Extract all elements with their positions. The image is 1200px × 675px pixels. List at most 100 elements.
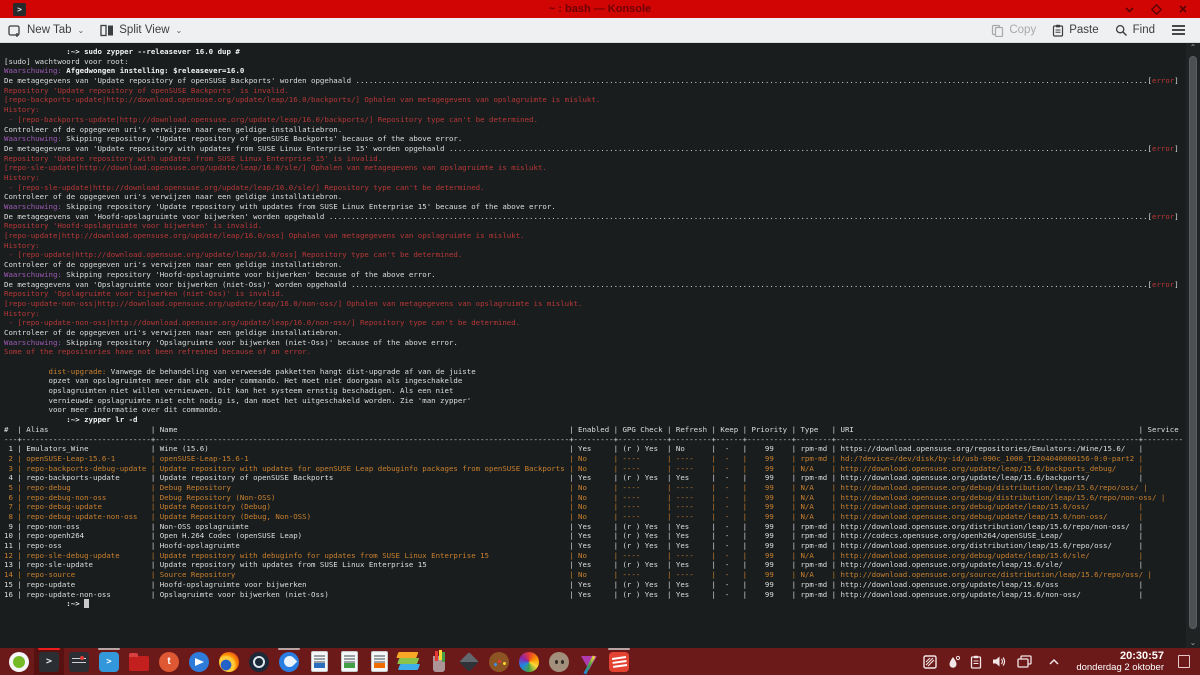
repo-table-row: 1 | Emulators_Wine | Wine (15.6) | Yes |…	[4, 444, 1186, 454]
terminal-line: Waarschuwing: Skipping repository 'Hoofd…	[4, 270, 1186, 280]
maximize-icon[interactable]	[1151, 4, 1162, 15]
task-discover[interactable]: >	[94, 648, 124, 675]
hamburger-icon	[1171, 24, 1186, 36]
task-file-manager[interactable]	[124, 648, 154, 675]
window-title: ~ : bash — Konsole	[0, 3, 1200, 15]
task-art-supplies[interactable]	[424, 648, 454, 675]
task-colorwheel-app-icon	[519, 652, 539, 672]
hamburger-menu-button[interactable]	[1163, 24, 1194, 36]
task-palette-app-icon	[489, 652, 509, 672]
split-view-chevron-icon[interactable]: ⌄	[176, 26, 183, 35]
task-konsole[interactable]: >	[34, 648, 64, 675]
task-steam[interactable]	[244, 648, 274, 675]
task-diamond-app-icon	[459, 652, 479, 672]
terminal-line: opslagruimten niet willen vernieuwen. Di…	[4, 386, 1186, 396]
terminal-line: Waarschuwing: Skipping repository 'Opsla…	[4, 338, 1186, 348]
task-gimp[interactable]	[544, 648, 574, 675]
split-view-label: Split View	[119, 24, 169, 36]
scrollbar-track[interactable]	[1189, 54, 1197, 637]
terminal-line: - [repo-sle-update|http://download.opens…	[4, 183, 1186, 193]
scrollbar-up-icon[interactable]: ⌃	[1190, 43, 1197, 53]
tray-clipboard-icon[interactable]	[970, 655, 982, 669]
tray-expand-chevron-icon[interactable]	[1048, 658, 1060, 666]
terminal-line: vernieuwde opslagruimte niet echt nodig …	[4, 396, 1186, 406]
scrollbar-handle[interactable]	[1189, 56, 1197, 629]
task-diamond-app[interactable]	[454, 648, 484, 675]
terminal-line: De metagegevens van 'Update repository o…	[4, 76, 1186, 86]
repo-table-row: 3 | repo-backports-debug-update | Update…	[4, 464, 1186, 474]
task-libreoffice-calc[interactable]	[334, 648, 364, 675]
task-falkon-icon	[189, 652, 209, 672]
new-tab-label: New Tab	[27, 24, 72, 36]
terminal-line: voor meer informatie over dit commando.	[4, 405, 1186, 415]
task-orange-app[interactable]: t	[154, 648, 184, 675]
new-tab-button[interactable]: New Tab ⌄	[0, 18, 92, 42]
tray-kdeconnect-icon[interactable]	[923, 655, 937, 669]
task-artglass-app[interactable]	[574, 648, 604, 675]
task-falkon[interactable]	[184, 648, 214, 675]
task-todoist[interactable]	[604, 648, 634, 675]
tray-volume-icon[interactable]	[992, 655, 1007, 668]
task-gimp-icon	[549, 652, 569, 672]
task-thunderbird-icon	[279, 652, 299, 672]
paste-button[interactable]: Paste	[1044, 24, 1106, 37]
find-button[interactable]: Find	[1107, 24, 1163, 37]
task-steam-icon	[249, 652, 269, 672]
scrollbar-down-icon[interactable]: ⌄	[1190, 638, 1197, 648]
close-icon[interactable]	[1178, 4, 1188, 14]
task-orange-app-icon: t	[159, 652, 179, 672]
task-libreoffice-writer[interactable]	[304, 648, 334, 675]
terminal-area[interactable]: :~> sudo zypper --releasever 16.0 dup # […	[0, 43, 1200, 648]
task-indicator	[608, 648, 630, 650]
task-libreoffice-writer-icon	[311, 651, 328, 672]
repo-table-row: 16 | repo-update-non-oss | Opslagruimte …	[4, 590, 1186, 600]
terminal-line: opzet van opslagruimten meer dan elk and…	[4, 376, 1186, 386]
terminal-line: Controleer of de opgegeven uri's verwijz…	[4, 125, 1186, 135]
copy-button[interactable]: Copy	[983, 24, 1044, 37]
terminal-line: :~> sudo zypper --releasever 16.0 dup #	[4, 47, 1186, 57]
repo-table-row: 10 | repo-openh264 | Open H.264 Codec (o…	[4, 531, 1186, 541]
terminal-line: De metagegevens van 'Hoofd-opslagruimte …	[4, 212, 1186, 222]
digital-clock[interactable]: 20:30:57 donderdag 2 oktober	[1076, 651, 1164, 673]
terminal-line: History:	[4, 309, 1186, 319]
task-layers-app[interactable]	[394, 648, 424, 675]
task-system-settings[interactable]	[64, 648, 94, 675]
terminal-line: Controleer of de opgegeven uri's verwijz…	[4, 260, 1186, 270]
terminal-line: [repo-backports-update|http://download.o…	[4, 95, 1186, 105]
terminal-line: Repository 'Opslagruimte voor bijwerken …	[4, 289, 1186, 299]
terminal-line: Repository 'Hoofd-opslagruimte voor bijw…	[4, 221, 1186, 231]
task-todoist-icon	[609, 652, 629, 672]
paste-label: Paste	[1069, 24, 1098, 36]
minimize-icon[interactable]	[1124, 5, 1135, 14]
terminal-output: :~> sudo zypper --releasever 16.0 dup # […	[0, 43, 1186, 648]
terminal-scrollbar[interactable]: ⌃ ⌄	[1186, 43, 1200, 648]
show-desktop-button[interactable]	[1178, 655, 1190, 668]
new-tab-chevron-icon[interactable]: ⌄	[78, 26, 85, 35]
task-libreoffice-impress[interactable]	[364, 648, 394, 675]
task-indicator	[98, 648, 120, 650]
task-konsole-icon: >	[39, 652, 59, 672]
repo-table-row: 12 | repo-sle-debug-update | Update repo…	[4, 551, 1186, 561]
split-view-button[interactable]: Split View ⌄	[92, 18, 190, 42]
task-firefox-icon	[219, 652, 239, 672]
taskbar-panel: > > t 20:30:57 donderdag 2 oktober	[0, 648, 1200, 675]
window-titlebar[interactable]: > ~ : bash — Konsole	[0, 0, 1200, 18]
tray-color-drop-icon[interactable]	[947, 655, 960, 669]
terminal-line	[4, 357, 1186, 367]
repo-table-row: 9 | repo-non-oss | Non-OSS opslagruimte …	[4, 522, 1186, 532]
task-thunderbird[interactable]	[274, 648, 304, 675]
repo-table-row: 8 | repo-debug-update-non-oss | Update R…	[4, 512, 1186, 522]
terminal-line: [repo-sle-update|http://download.opensus…	[4, 163, 1186, 173]
task-firefox[interactable]	[214, 648, 244, 675]
terminal-line: :~>	[4, 599, 1186, 609]
terminal-line: - [repo-update-non-oss|http://download.o…	[4, 318, 1186, 328]
launcher-opensuse[interactable]	[4, 648, 34, 675]
repo-table-row: 14 | repo-source | Source Repository | N…	[4, 570, 1186, 580]
repo-table-separator: ---+-----------------------------+------…	[4, 435, 1186, 445]
tray-windows-icon[interactable]	[1017, 655, 1032, 668]
terminal-line: History:	[4, 241, 1186, 251]
task-colorwheel-app[interactable]	[514, 648, 544, 675]
task-palette-app[interactable]	[484, 648, 514, 675]
repo-table-row: 11 | repo-oss | Hoofd-opslagruimte | Yes…	[4, 541, 1186, 551]
terminal-line: Waarschuwing: Skipping repository 'Updat…	[4, 202, 1186, 212]
